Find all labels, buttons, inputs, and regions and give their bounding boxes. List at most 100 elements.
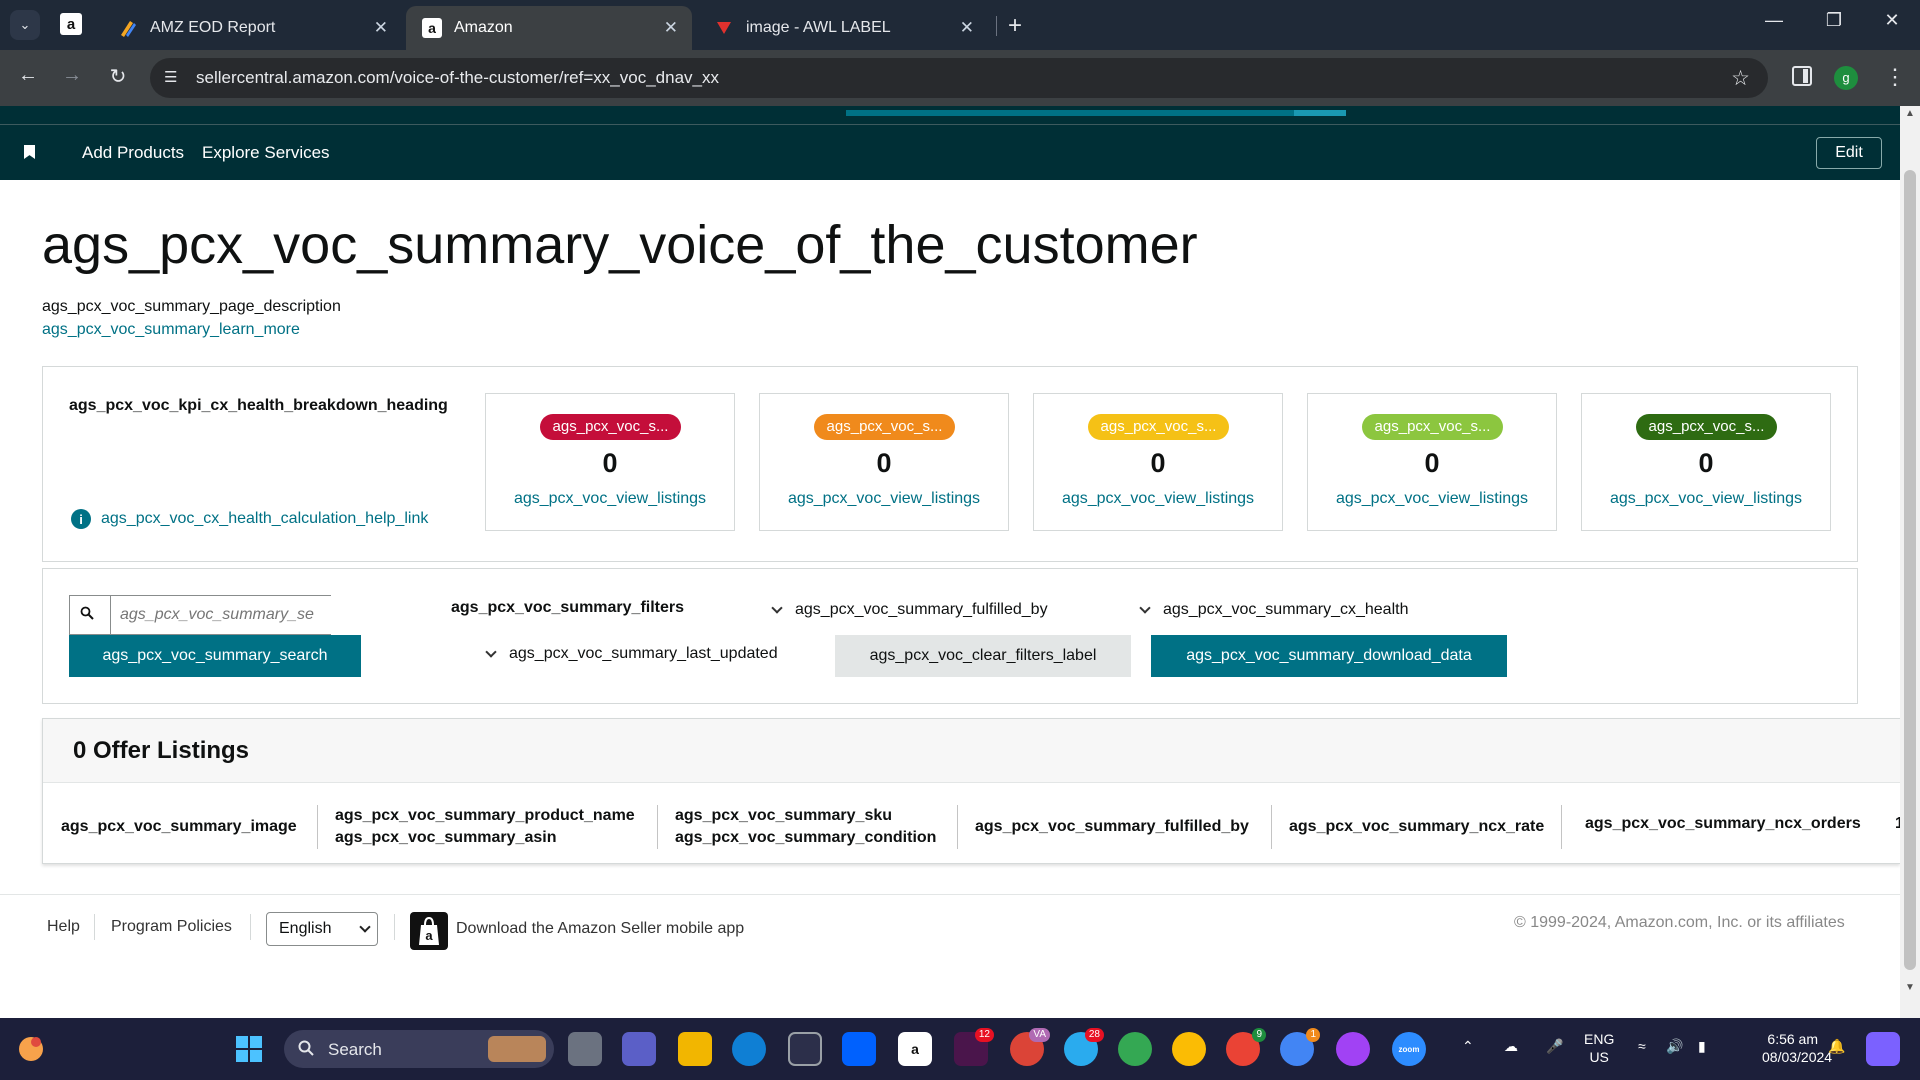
edit-nav-button[interactable]: Edit (1816, 137, 1882, 169)
tab-title: Amazon (454, 19, 513, 36)
scrollbar-thumb[interactable] (1904, 170, 1916, 970)
input-language[interactable]: ENG US (1584, 1030, 1614, 1066)
search-highlight-image (488, 1036, 546, 1062)
footer-program-policies-link[interactable]: Program Policies (111, 918, 232, 936)
column-label: ags_pcx_voc_summary_condition (675, 829, 937, 846)
site-settings-icon[interactable]: ☰ (164, 68, 177, 86)
view-listings-link[interactable]: ags_pcx_voc_view_listings (486, 490, 734, 508)
file-explorer-icon[interactable] (678, 1032, 712, 1066)
chrome-profile-p-icon[interactable] (1336, 1032, 1370, 1066)
address-bar[interactable]: ☰ sellercentral.amazon.com/voice-of-the-… (150, 58, 1768, 98)
scroll-up-icon[interactable]: ▲ (1905, 108, 1915, 119)
onedrive-icon[interactable]: ☁ (1504, 1038, 1518, 1055)
bookmark-star-icon[interactable]: ☆ (1731, 66, 1750, 91)
tab-amazon[interactable]: a Amazon ✕ (406, 6, 692, 50)
close-tab-icon[interactable]: ✕ (374, 18, 388, 38)
zoom-icon[interactable]: zoom (1392, 1032, 1426, 1066)
nav-add-products[interactable]: Add Products (82, 143, 184, 163)
column-header-sku[interactable]: ags_pcx_voc_summary_sku ags_pcx_voc_summ… (675, 805, 936, 849)
browser-menu-icon[interactable]: ⋮ (1884, 64, 1906, 90)
url-text[interactable]: sellercentral.amazon.com/voice-of-the-cu… (196, 68, 719, 88)
microphone-icon[interactable]: 🎤 (1546, 1038, 1563, 1055)
footer-help-link[interactable]: Help (47, 918, 80, 936)
view-listings-link[interactable]: ags_pcx_voc_view_listings (1034, 490, 1282, 508)
help-link-text[interactable]: ags_pcx_voc_cx_health_calculation_help_l… (101, 510, 428, 528)
tab-title: image - AWL LABEL (746, 19, 891, 36)
profile-badge: VA (1029, 1028, 1050, 1042)
cx-health-help-link[interactable]: i ags_pcx_voc_cx_health_calculation_help… (71, 509, 428, 529)
nav-explore-services[interactable]: Explore Services (202, 143, 330, 163)
system-clock[interactable]: 6:56 am 08/03/2024 (1762, 1030, 1832, 1066)
show-hidden-icons-icon[interactable]: ⌃ (1462, 1038, 1474, 1055)
close-window-icon[interactable]: ✕ (1872, 10, 1912, 31)
column-label: ags_pcx_voc_summary_sku (675, 807, 893, 824)
tab-title: AMZ EOD Report (150, 19, 276, 36)
vertical-scrollbar[interactable]: ▲ ▼ (1900, 106, 1920, 1018)
chrome-profile-w-icon[interactable] (1118, 1032, 1152, 1066)
header-search-button[interactable] (1294, 110, 1346, 116)
wifi-icon[interactable]: ≈ (1638, 1038, 1646, 1054)
amazon-app-icon[interactable]: a (898, 1032, 932, 1066)
close-tab-icon[interactable]: ✕ (664, 18, 678, 38)
cx-health-filter[interactable]: ags_pcx_voc_summary_cx_health (1139, 601, 1409, 619)
page-description: ags_pcx_voc_summary_page_description (42, 298, 341, 315)
column-label: ags_pcx_voc_summary_ncx_rate (1289, 818, 1545, 835)
kpi-card: ags_pcx_voc_s... 0 ags_pcx_voc_view_list… (759, 393, 1009, 531)
svg-text:a: a (67, 16, 76, 33)
edge-icon[interactable] (732, 1032, 766, 1066)
copilot-icon[interactable] (14, 1032, 48, 1066)
fulfilled-by-filter[interactable]: ags_pcx_voc_summary_fulfilled_by (771, 601, 1048, 619)
new-tab-button[interactable]: + (1008, 12, 1022, 40)
column-divider (957, 805, 958, 849)
teams-icon[interactable] (622, 1032, 656, 1066)
bookmark-icon[interactable] (24, 145, 35, 159)
column-header-ncx-orders[interactable]: ags_pcx_voc_summary_ncx_orders (1585, 813, 1861, 835)
column-header-image[interactable]: ags_pcx_voc_summary_image (61, 816, 297, 838)
dropbox-icon[interactable] (842, 1032, 876, 1066)
pinned-tab-amazon[interactable]: a (58, 11, 84, 37)
download-app-link[interactable]: Download the Amazon Seller mobile app (456, 920, 744, 938)
taskbar-search[interactable]: Search (284, 1030, 554, 1068)
tab-image-awl-label[interactable]: image - AWL LABEL ✕ (698, 6, 988, 50)
filter-label: ags_pcx_voc_summary_cx_health (1163, 601, 1409, 618)
task-view-icon[interactable] (568, 1032, 602, 1066)
minimize-icon[interactable]: — (1754, 10, 1794, 31)
view-listings-link[interactable]: ags_pcx_voc_view_listings (1582, 490, 1830, 508)
store-icon[interactable] (788, 1032, 822, 1066)
scroll-down-icon[interactable]: ▼ (1905, 982, 1915, 993)
last-updated-filter[interactable]: ags_pcx_voc_summary_last_updated (485, 645, 778, 663)
restore-icon[interactable]: ❐ (1814, 10, 1854, 31)
amazon-seller-app-icon[interactable]: a (410, 912, 448, 950)
widgets-icon[interactable] (1866, 1032, 1900, 1066)
volume-icon[interactable]: 🔊 (1666, 1038, 1683, 1055)
profile-badge: 9 (1252, 1028, 1266, 1042)
download-data-button[interactable]: ags_pcx_voc_summary_download_data (1151, 635, 1507, 677)
search-button[interactable]: ags_pcx_voc_summary_search (69, 635, 361, 677)
view-listings-link[interactable]: ags_pcx_voc_view_listings (760, 490, 1008, 508)
reload-icon[interactable]: ↻ (104, 64, 132, 89)
notification-bell-icon[interactable]: 🔔 (1828, 1038, 1845, 1055)
close-tab-icon[interactable]: ✕ (960, 18, 974, 38)
view-listings-link[interactable]: ags_pcx_voc_view_listings (1308, 490, 1556, 508)
learn-more-link[interactable]: ags_pcx_voc_summary_learn_more (42, 321, 300, 339)
forward-arrow-icon[interactable]: → (58, 64, 86, 87)
chrome-active-icon[interactable]: 9 (1226, 1028, 1266, 1066)
chrome-profile-va-icon[interactable]: VA (1010, 1028, 1050, 1066)
battery-icon[interactable]: ▮ (1698, 1038, 1706, 1055)
clear-filters-button[interactable]: ags_pcx_voc_clear_filters_label (835, 635, 1131, 677)
tab-search-button[interactable]: ⌄ (10, 10, 40, 40)
language-select[interactable]: English (266, 912, 378, 946)
chrome-profile-o-icon[interactable]: 1 (1280, 1028, 1320, 1066)
telegram-icon[interactable]: 28 (1064, 1028, 1104, 1066)
back-arrow-icon[interactable]: ← (14, 64, 42, 87)
column-header-ncx-rate[interactable]: ags_pcx_voc_summary_ncx_rate (1289, 816, 1544, 838)
slack-icon[interactable]: 12 (954, 1028, 994, 1066)
search-input[interactable] (120, 602, 330, 628)
tab-amz-eod-report[interactable]: AMZ EOD Report ✕ (102, 6, 402, 50)
column-header-product-name[interactable]: ags_pcx_voc_summary_product_name ags_pcx… (335, 805, 635, 849)
profile-avatar[interactable]: g (1834, 66, 1858, 90)
side-panel-icon[interactable] (1792, 66, 1812, 86)
chrome-profile-w2-icon[interactable] (1172, 1032, 1206, 1066)
windows-start-icon[interactable] (232, 1032, 266, 1066)
column-header-fulfilled-by[interactable]: ags_pcx_voc_summary_fulfilled_by (975, 816, 1249, 838)
